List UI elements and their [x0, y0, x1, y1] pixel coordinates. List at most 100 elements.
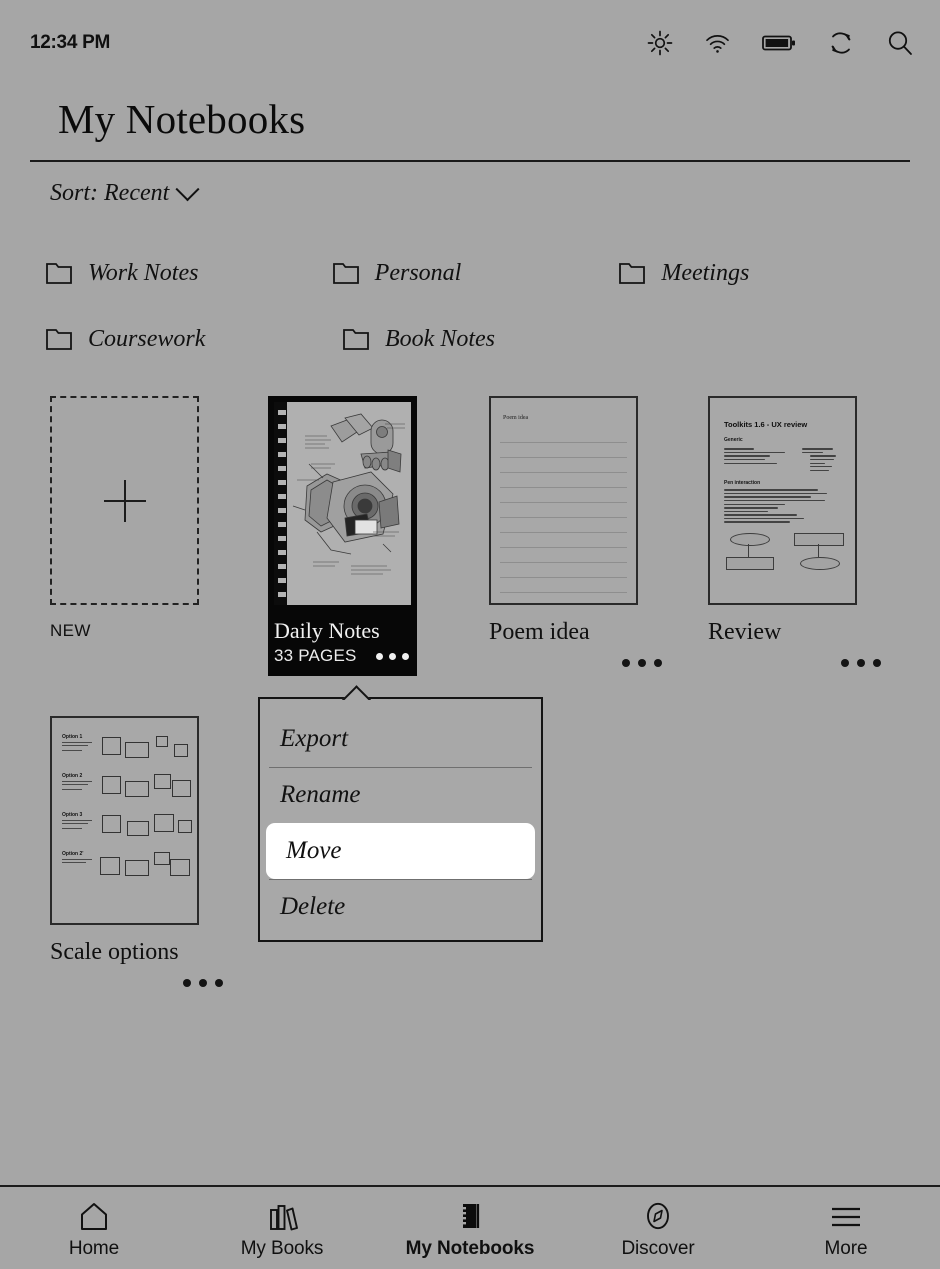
sketch-artwork: [287, 402, 411, 605]
sort-label: Sort: Recent: [50, 180, 170, 206]
folder-row: Coursework Book Notes: [46, 306, 906, 372]
scale-option-row: Option 3: [62, 812, 192, 842]
new-notebook-thumb[interactable]: [50, 396, 199, 605]
review-document-artwork: Toolkits 1.6 - UX review Generic Pen int…: [710, 398, 855, 603]
folder-row: Work Notes Personal Meetings: [46, 240, 906, 306]
nav-label: My Books: [240, 1237, 324, 1259]
scale-option-name: Option 2': [62, 851, 84, 857]
review-doc-column-left: [724, 446, 788, 473]
scale-option-figures: [98, 812, 192, 842]
review-doc-columns: [724, 446, 841, 473]
scale-option-text: Option 2': [62, 851, 98, 865]
folder-label: Book Notes: [385, 325, 495, 352]
folder-icon: [46, 329, 72, 350]
scale-option-row: Option 2': [62, 851, 190, 881]
context-menu-pointer: [341, 684, 371, 700]
scale-option-row: Option 2: [62, 773, 191, 803]
scale-option-text: Option 1: [62, 734, 98, 753]
scale-option-figures: [98, 734, 188, 764]
folder-label: Personal: [374, 259, 462, 286]
scale-options-artwork: Option 1 Option 2 Option 3 Option 2': [52, 718, 197, 923]
notebook-title: Poem idea: [489, 619, 590, 645]
context-menu-item-delete[interactable]: Delete: [260, 879, 541, 935]
folder-item-work-notes[interactable]: Work Notes: [46, 260, 333, 287]
sort-control[interactable]: Sort: Recent: [50, 177, 200, 207]
review-doc-section: Pen interaction: [724, 480, 761, 487]
battery-icon[interactable]: [762, 33, 796, 53]
header-divider: [30, 160, 910, 162]
page-title: My Notebooks: [58, 96, 306, 142]
scale-option-name: Option 1: [62, 734, 83, 740]
nav-label: More: [824, 1237, 868, 1259]
more-options-icon[interactable]: [465, 659, 662, 667]
folder-label: Work Notes: [88, 259, 199, 286]
context-menu-list: Export Rename Move Delete: [260, 699, 541, 935]
notebook-thumbnail-lined-page: Poem idea: [489, 396, 638, 605]
folder-item-personal[interactable]: Personal: [332, 259, 620, 287]
nav-item-discover[interactable]: Discover: [564, 1197, 752, 1260]
nav-label: My Notebooks: [405, 1237, 535, 1259]
home-icon: [78, 1201, 110, 1231]
notebook-footer: 33 PAGES: [274, 646, 411, 672]
context-menu-item-export[interactable]: Export: [260, 711, 541, 767]
folder-icon: [343, 329, 369, 350]
nav-item-my-notebooks[interactable]: My Notebooks: [376, 1197, 564, 1260]
more-options-icon[interactable]: [26, 979, 223, 987]
scale-option-row: Option 1: [62, 734, 188, 764]
nav-item-more[interactable]: More: [752, 1197, 940, 1260]
nav-label: Discover: [621, 1237, 695, 1259]
status-icon-group: [647, 29, 914, 57]
notebook-page-count: 33 PAGES: [274, 646, 357, 665]
notebook-icon: [454, 1201, 486, 1231]
brightness-icon[interactable]: [647, 30, 673, 56]
folder-icon: [332, 263, 359, 284]
review-doc-column-right: [801, 446, 841, 473]
review-doc-section: Generic: [724, 437, 743, 443]
nav-item-my-books[interactable]: My Books: [188, 1197, 376, 1260]
thumbnail-handwritten-title: Poem idea: [503, 415, 529, 421]
scale-option-figures: [98, 773, 191, 803]
sync-icon[interactable]: [827, 29, 855, 57]
more-options-icon[interactable]: [376, 652, 411, 660]
notebook-card-scale-options[interactable]: Option 1 Option 2 Option 3 Option 2' Sca…: [26, 700, 246, 987]
notebook-thumbnail-scale-options: Option 1 Option 2 Option 3 Option 2': [50, 716, 199, 925]
more-options-icon[interactable]: [684, 659, 881, 667]
nav-label: Home: [68, 1237, 120, 1259]
new-notebook-card[interactable]: NEW: [26, 380, 246, 641]
notebook-title: Scale options: [50, 939, 179, 965]
notebook-card-daily-notes[interactable]: Daily Notes 33 PAGES: [268, 396, 417, 676]
folder-label: Meetings: [661, 259, 750, 286]
notebook-title: Review: [708, 619, 782, 645]
scale-option-text: Option 2: [62, 773, 98, 792]
folder-item-meetings[interactable]: Meetings: [619, 260, 906, 287]
e-reader-screen: 12:34 PM My Notebooks Sort: Recent Work …: [0, 0, 940, 1269]
notebook-card-review[interactable]: Toolkits 1.6 - UX review Generic Pen int…: [684, 380, 904, 667]
hamburger-icon: [829, 1201, 863, 1231]
wifi-icon[interactable]: [704, 32, 731, 54]
folder-item-book-notes[interactable]: Book Notes: [343, 326, 640, 353]
context-menu-item-rename[interactable]: Rename: [260, 767, 541, 823]
notebook-thumbnail-ux-review: Toolkits 1.6 - UX review Generic Pen int…: [708, 396, 857, 605]
notebook-title: Daily Notes: [274, 618, 380, 643]
status-bar: 12:34 PM: [0, 0, 940, 86]
folder-icon: [619, 263, 646, 284]
review-doc-heading: Toolkits 1.6 - UX review: [724, 420, 808, 429]
spiral-binding: [274, 402, 287, 605]
folder-label: Coursework: [88, 325, 206, 352]
lined-page-artwork: Poem idea: [491, 398, 636, 603]
notebook-card-poem-idea[interactable]: Poem idea Poem idea: [465, 380, 685, 667]
review-doc-body: [724, 489, 841, 523]
bottom-navigation: Home My Books My Notebooks Discover More: [0, 1185, 940, 1269]
plus-icon: [103, 479, 146, 522]
nav-item-home[interactable]: Home: [0, 1197, 188, 1260]
scale-option-name: Option 2: [62, 773, 83, 779]
search-icon[interactable]: [886, 29, 914, 57]
context-menu-item-move[interactable]: Move: [266, 823, 535, 879]
new-notebook-label: NEW: [50, 621, 91, 640]
review-doc-diagram: [724, 533, 845, 581]
folder-item-coursework[interactable]: Coursework: [46, 326, 343, 353]
folder-icon: [46, 263, 72, 284]
scale-option-name: Option 3: [62, 812, 83, 818]
notebook-meta: Daily Notes 33 PAGES: [274, 618, 411, 672]
status-time: 12:34 PM: [30, 32, 110, 53]
